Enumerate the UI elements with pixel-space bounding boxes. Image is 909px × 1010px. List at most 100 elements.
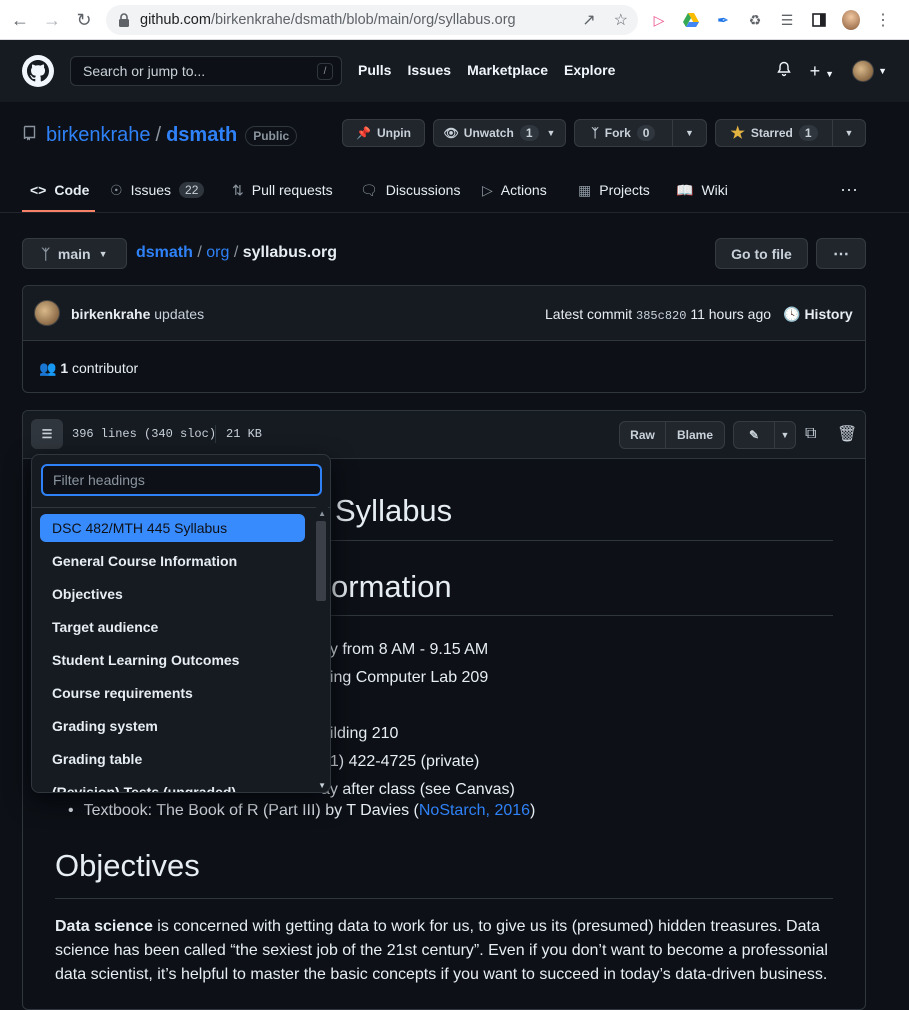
visibility-badge: Public (245, 125, 298, 146)
tab-issues[interactable]: ☉ Issues 22 (110, 180, 205, 200)
menu-kebab-icon[interactable]: ⋮ (874, 11, 892, 29)
tab-actions[interactable]: ▷ Actions (482, 180, 547, 200)
sidepanel-icon[interactable] (810, 11, 828, 29)
star-dropdown-button[interactable]: ▼ (832, 119, 866, 147)
search-placeholder: Search or jump to... (83, 63, 206, 79)
puzzle-icon[interactable]: ♻ (746, 11, 764, 29)
nav-explore[interactable]: Explore (564, 62, 615, 78)
tab-projects[interactable]: ▦ Projects (578, 180, 650, 200)
commit-author[interactable]: birkenkrahe (71, 306, 150, 322)
outline-popup: Filter headings DSC 482/MTH 445 Syllabus… (31, 454, 331, 793)
more-options-kebab-icon[interactable]: ⋯ (816, 238, 866, 269)
table-icon: ▦ (578, 181, 592, 198)
extension-video-icon[interactable]: ▷ (650, 11, 668, 29)
trash-icon[interactable]: 🗑 (837, 424, 857, 444)
outline-toggle-list-icon[interactable]: ☰ (31, 419, 63, 449)
tab-discussions[interactable]: 🗨 Discussions (360, 180, 460, 200)
profile-avatar[interactable] (842, 10, 860, 30)
book-icon: 📖 (676, 181, 694, 198)
path-separator: / (155, 124, 162, 146)
branch-selector[interactable]: ᛉ main ▼ (22, 238, 127, 269)
github-header: Search or jump to... / Pulls Issues Mark… (0, 40, 909, 102)
breadcrumb-repo[interactable]: dsmath (136, 244, 193, 261)
scrollbar-thumb[interactable] (316, 521, 326, 601)
commit-message[interactable]: updates (154, 306, 204, 322)
headings-list: DSC 482/MTH 445 Syllabus General Course … (32, 507, 330, 792)
user-avatar-menu[interactable]: ▼ (852, 60, 887, 82)
commit-sha[interactable]: 385c820 (636, 309, 686, 323)
people-icon: 👥 (39, 360, 57, 376)
heading-item[interactable]: Objectives (40, 580, 305, 608)
repo-tabs: <> Code ☉ Issues 22 ⇅ Pull requests 🗨 Discuss… (0, 170, 909, 213)
repo-owner-link[interactable]: birkenkrahe (46, 124, 151, 147)
search-input[interactable]: Search or jump to... / (70, 56, 342, 86)
bell-icon[interactable] (776, 61, 792, 82)
forward-icon[interactable]: → (38, 6, 66, 34)
heading-general-info: ormation (331, 569, 452, 604)
objectives-heading-block: Objectives (55, 848, 833, 899)
breadcrumb: dsmath / org / syllabus.org (136, 244, 337, 262)
contributors[interactable]: 👥 1 contributor (39, 360, 138, 377)
share-icon[interactable]: ↗ (582, 10, 595, 30)
heading-item[interactable]: Grading table (40, 745, 305, 773)
breadcrumb-folder[interactable]: org (206, 244, 229, 261)
lock-icon (118, 13, 132, 27)
heading-item[interactable]: Grading system (40, 712, 305, 740)
filter-headings-input[interactable]: Filter headings (41, 464, 322, 496)
nav-pulls[interactable]: Pulls (358, 62, 391, 78)
history-link[interactable]: 🕓 History (783, 306, 853, 323)
edit-pencil-icon[interactable]: ✎ (733, 421, 775, 449)
copy-icon[interactable]: ⧉ (805, 425, 816, 443)
heading-item[interactable]: Student Learning Outcomes (40, 646, 305, 674)
contributors-label: contributor (72, 360, 139, 376)
tab-wiki[interactable]: 📖 Wiki (676, 180, 728, 200)
blame-button[interactable]: Blame (665, 421, 725, 449)
scroll-up-arrow-icon[interactable]: ▲ (318, 509, 326, 518)
star-count: 1 (798, 125, 818, 141)
tab-pull-requests[interactable]: ⇅ Pull requests (232, 180, 333, 200)
unwatch-button[interactable]: 👁 Unwatch 1 ▼ (433, 119, 566, 147)
pin-icon: 📌 (356, 126, 371, 140)
repo-name-link[interactable]: dsmath (166, 124, 237, 147)
nav-issues[interactable]: Issues (407, 62, 451, 78)
eye-icon: 👁 (443, 126, 459, 140)
tab-code[interactable]: <> Code (30, 180, 89, 200)
github-logo-icon[interactable] (22, 55, 54, 87)
drive-icon[interactable] (682, 11, 700, 29)
heading-item[interactable]: Course requirements (40, 679, 305, 707)
unpin-button[interactable]: 📌 Unpin (342, 119, 425, 147)
search-shortcut-key: / (317, 63, 333, 80)
branch-icon: ᛉ (41, 245, 50, 262)
heading-item[interactable]: Target audience (40, 613, 305, 641)
info-line: 01) 422-4725 (private) (321, 753, 480, 770)
issue-icon: ☉ (110, 181, 123, 198)
chevron-down-icon: ▼ (98, 248, 108, 259)
fork-dropdown-button[interactable]: ▼ (672, 119, 707, 147)
reading-list-icon[interactable]: ☰ (778, 11, 796, 29)
fork-button[interactable]: ᛉ Fork 0 (574, 119, 673, 147)
raw-button[interactable]: Raw (619, 421, 666, 449)
nav-marketplace[interactable]: Marketplace (467, 62, 548, 78)
back-icon[interactable]: ← (6, 6, 34, 34)
heading-item[interactable]: General Course Information (40, 547, 305, 575)
reload-icon[interactable]: ↻ (70, 6, 98, 34)
issues-count: 22 (179, 182, 205, 198)
go-to-file-button[interactable]: Go to file (715, 238, 808, 269)
address-bar[interactable]: github.com/birkenkrahe/dsmath/blob/main/… (106, 5, 638, 35)
edit-dropdown-chevron-icon[interactable]: ▼ (774, 421, 796, 449)
commit-time: 11 hours ago (690, 306, 772, 322)
heading-item[interactable]: (Revision) Tests (ungraded) (40, 778, 305, 792)
chevron-down-icon: ▼ (844, 128, 854, 138)
avatar (852, 60, 875, 82)
heading-item-active[interactable]: DSC 482/MTH 445 Syllabus (40, 514, 305, 542)
chevron-down-icon: ▼ (685, 128, 694, 138)
history-clock-icon: 🕓 (783, 306, 801, 322)
starred-button[interactable]: ★ Starred 1 (715, 119, 833, 147)
create-new-plus-icon[interactable]: + ▼ (810, 61, 834, 82)
scroll-down-arrow-icon[interactable]: ▼ (318, 781, 326, 790)
bookmark-star-icon[interactable]: ☆ (614, 10, 628, 30)
play-icon: ▷ (482, 181, 493, 198)
more-tabs-kebab-icon[interactable]: ⋯ (840, 180, 858, 200)
nostarch-link[interactable]: NoStarch, 2016 (419, 802, 530, 819)
pen-extension-icon[interactable]: ✒ (714, 11, 732, 29)
